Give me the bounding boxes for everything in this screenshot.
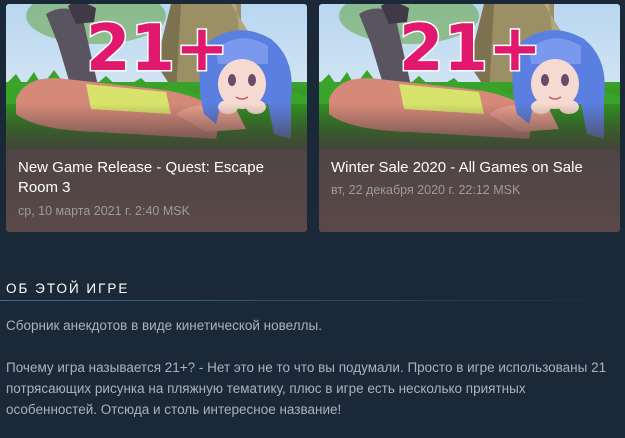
age-badge: 21+ [399,12,542,86]
events-carousel: 21+ New Game Release - Quest: Escape Roo… [6,4,620,232]
event-title: New Game Release - Quest: Escape Room 3 [18,159,264,196]
event-title: Winter Sale 2020 - All Games on Sale [331,159,583,176]
event-thumbnail: 21+ [6,4,307,150]
about-description: Сборник анекдотов в виде кинетической но… [6,315,616,420]
about-heading: Об этой игре [6,281,130,296]
event-card[interactable]: 21+ Winter Sale 2020 - All Games on Sale… [319,4,620,232]
event-card[interactable]: 21+ New Game Release - Quest: Escape Roo… [6,4,307,232]
description-paragraph: Почему игра называется 21+? - Нет это не… [6,360,607,417]
age-badge: 21+ [86,12,229,86]
event-date: ср, 10 марта 2021 г. 2:40 MSK [18,204,190,218]
event-thumbnail: 21+ [319,4,620,150]
description-paragraph: Сборник анекдотов в виде кинетической но… [6,318,322,333]
event-date: вт, 22 декабря 2020 г. 22:12 MSK [331,183,521,197]
section-divider [0,300,625,301]
